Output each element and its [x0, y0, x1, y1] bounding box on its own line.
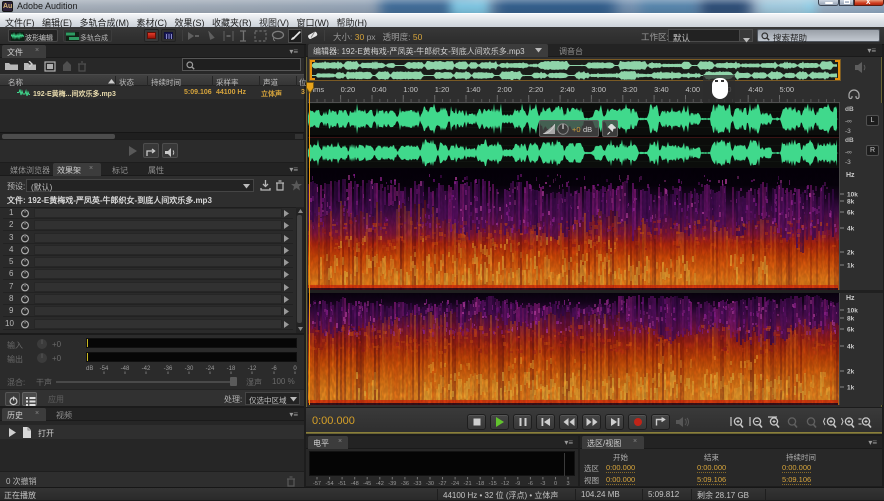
svg-text:0: 0 [293, 366, 297, 372]
svg-text:-48: -48 [121, 366, 130, 372]
svg-text:3:20: 3:20 [623, 85, 638, 94]
svg-text:-24: -24 [206, 366, 215, 372]
svg-text:-3: -3 [540, 481, 545, 486]
svg-text:-45: -45 [363, 481, 371, 486]
svg-text:2:40: 2:40 [560, 85, 575, 94]
svg-text:6k: 6k [847, 210, 855, 217]
svg-text:0:40: 0:40 [372, 85, 387, 94]
svg-text:-18: -18 [227, 366, 236, 372]
svg-text:-51: -51 [338, 481, 346, 486]
svg-text:4k: 4k [847, 344, 855, 351]
svg-text:-57: -57 [313, 481, 321, 486]
svg-text:10k: 10k [847, 308, 858, 315]
svg-text:1k: 1k [847, 263, 855, 270]
svg-text:-39: -39 [388, 481, 396, 486]
svg-text:-27: -27 [438, 481, 446, 486]
svg-text:-33: -33 [413, 481, 421, 486]
svg-text:-36: -36 [401, 481, 409, 486]
svg-text:3:40: 3:40 [654, 85, 669, 94]
svg-text:-12: -12 [501, 481, 509, 486]
svg-text:-12: -12 [248, 366, 257, 372]
svg-text:0: 0 [554, 481, 557, 486]
svg-text:2:00: 2:00 [497, 85, 512, 94]
svg-text:2:20: 2:20 [529, 85, 544, 94]
svg-text:6k: 6k [847, 327, 855, 334]
svg-text:10k: 10k [847, 192, 858, 199]
svg-text:-42: -42 [376, 481, 384, 486]
svg-text:1:00: 1:00 [403, 85, 418, 94]
svg-text:-54: -54 [100, 366, 109, 372]
svg-text:-54: -54 [326, 481, 334, 486]
svg-text:2k: 2k [847, 369, 855, 376]
svg-text:-21: -21 [464, 481, 472, 486]
svg-text:8k: 8k [847, 316, 855, 323]
svg-text:-18: -18 [476, 481, 484, 486]
svg-text:-42: -42 [142, 366, 151, 372]
svg-text:-30: -30 [185, 366, 194, 372]
svg-text:1k: 1k [847, 385, 855, 392]
svg-text:3: 3 [566, 481, 569, 486]
svg-text:4k: 4k [847, 226, 855, 233]
svg-text:4:40: 4:40 [748, 85, 763, 94]
svg-text:-30: -30 [426, 481, 434, 486]
svg-text:2k: 2k [847, 250, 855, 257]
svg-text:8k: 8k [847, 199, 855, 206]
svg-text:dB: dB [86, 366, 93, 372]
svg-text:-48: -48 [351, 481, 359, 486]
svg-text:3:00: 3:00 [591, 85, 606, 94]
svg-text:5:00: 5:00 [780, 85, 795, 94]
svg-text:-15: -15 [489, 481, 497, 486]
svg-text:-6: -6 [528, 481, 533, 486]
svg-text:1:40: 1:40 [466, 85, 481, 94]
svg-text:-24: -24 [451, 481, 459, 486]
svg-text:0:20: 0:20 [341, 85, 356, 94]
svg-text:-6: -6 [271, 366, 277, 372]
svg-text:-9: -9 [515, 481, 520, 486]
svg-text:4:00: 4:00 [686, 85, 701, 94]
svg-text:-36: -36 [164, 366, 173, 372]
svg-text:1:20: 1:20 [435, 85, 450, 94]
